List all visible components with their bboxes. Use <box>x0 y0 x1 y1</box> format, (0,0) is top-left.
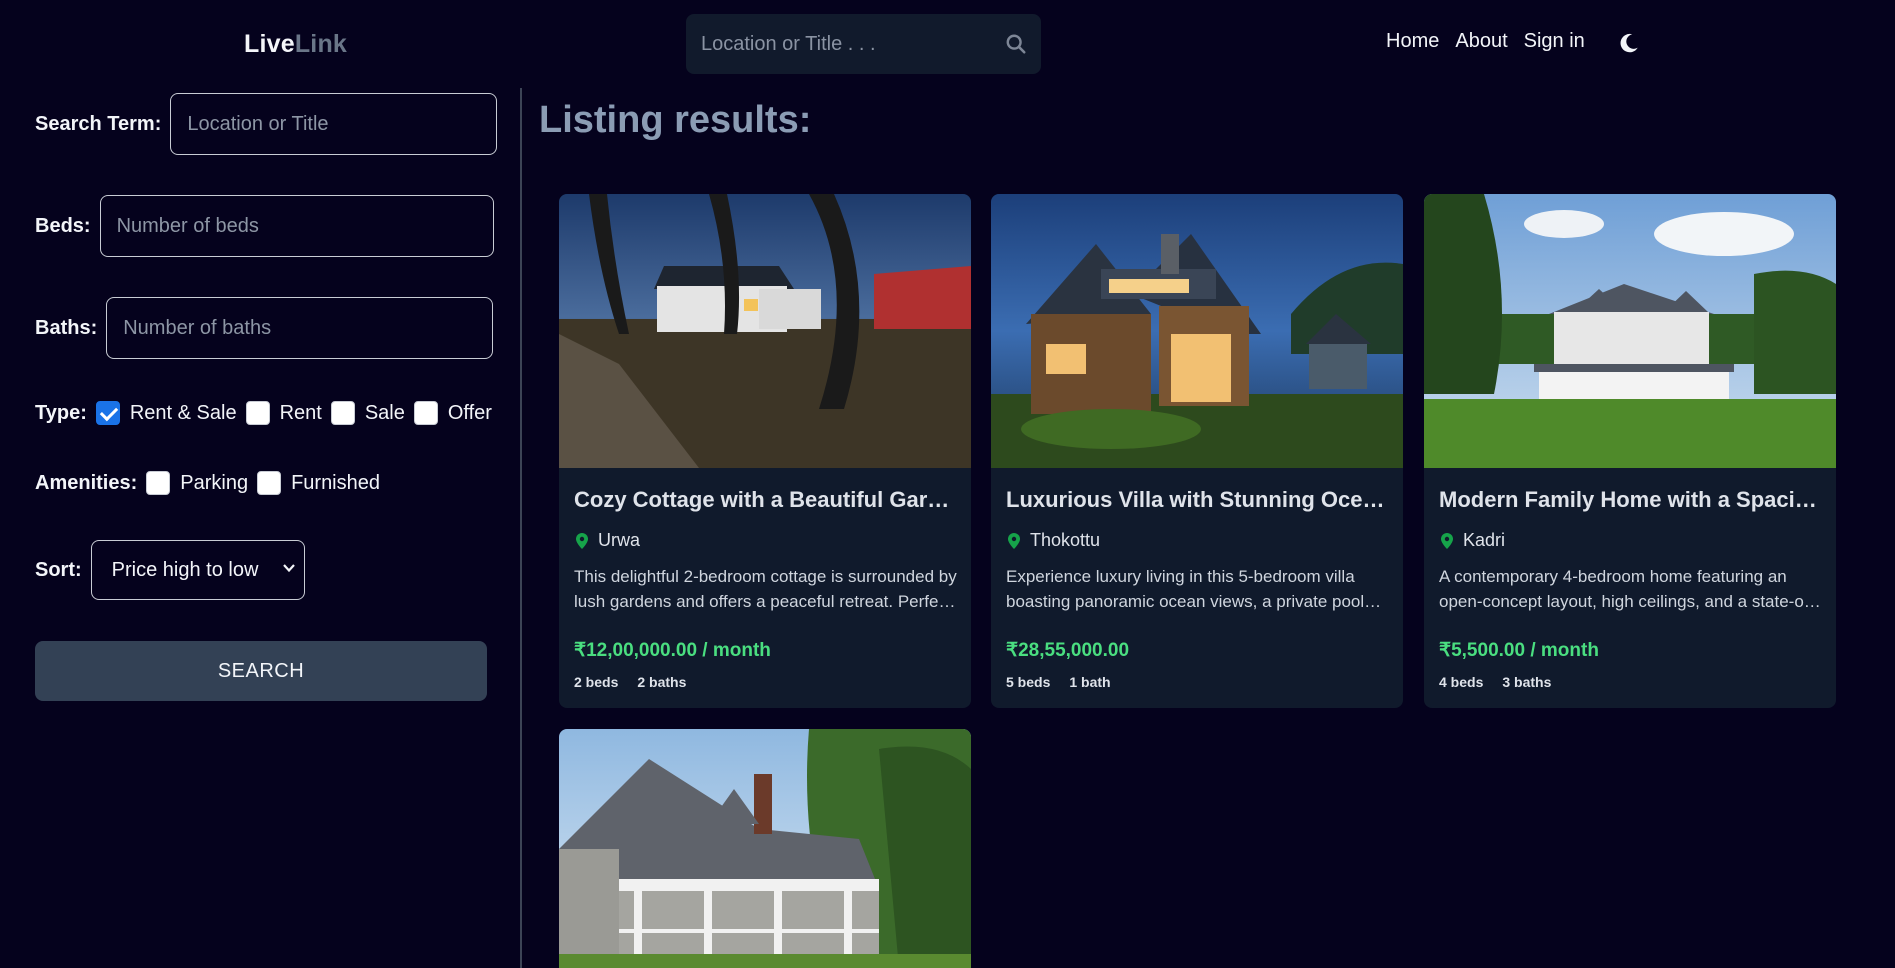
rent-sale-label: Rent & Sale <box>129 401 237 424</box>
listing-specs: 5 beds 1 bath <box>1006 674 1130 690</box>
search-term-label: Search Term: <box>35 112 162 135</box>
beds-input[interactable] <box>99 195 494 257</box>
listing-beds: 2 beds <box>574 674 619 690</box>
listing-price: ₹28,55,000.00 <box>1006 640 1130 661</box>
listing-card[interactable]: Modern Family Home with a Spacious Yard … <box>1424 194 1836 708</box>
listing-title[interactable]: Cozy Cottage with a Beautiful Garden <box>574 487 959 513</box>
nav-home[interactable]: Home <box>1386 30 1439 53</box>
beds-label: Beds: <box>35 214 91 237</box>
listing-beds: 5 beds <box>1006 674 1051 690</box>
page-title: Listing results: <box>539 99 812 141</box>
rent-sale-checkbox[interactable] <box>95 401 120 425</box>
header-search <box>686 14 1041 74</box>
listing-description: Experience luxury living in this 5-bedro… <box>1006 567 1365 611</box>
type-option-rent[interactable]: Rent <box>245 401 322 425</box>
type-option-rent-sale[interactable]: Rent & Sale <box>95 401 237 425</box>
beds-row: Beds: <box>35 195 494 257</box>
listing-image-family-home[interactable] <box>1424 194 1836 468</box>
type-label: Type: <box>35 401 87 424</box>
baths-input[interactable] <box>106 297 494 359</box>
amenity-parking[interactable]: Parking <box>146 471 248 495</box>
type-row: Type: Rent & Sale Rent Sale Offer <box>35 401 501 425</box>
logo[interactable]: LiveLink <box>244 30 347 59</box>
map-pin-icon <box>576 532 588 549</box>
listing-description: This delightful 2-bedroom cottage is sur… <box>574 567 957 611</box>
header-search-input[interactable] <box>686 14 986 74</box>
main-nav: Home About Sign in <box>1386 28 1640 54</box>
listing-price: ₹12,00,000.00 / month <box>574 640 771 661</box>
listing-specs: 2 beds 2 baths <box>574 674 705 690</box>
amenity-furnished[interactable]: Furnished <box>257 471 380 495</box>
nav-about[interactable]: About <box>1455 30 1507 53</box>
listing-specs: 4 beds 3 baths <box>1439 674 1570 690</box>
parking-label: Parking <box>180 471 249 494</box>
listing-image-villa[interactable] <box>991 194 1403 468</box>
map-pin-icon <box>1008 532 1020 549</box>
listing-title[interactable]: Modern Family Home with a Spacious Yard <box>1439 487 1824 513</box>
listing-baths: 1 bath <box>1069 674 1111 690</box>
listing-baths: 2 baths <box>637 674 687 690</box>
sale-label: Sale <box>364 401 405 424</box>
rent-label: Rent <box>279 401 322 424</box>
search-term-row: Search Term: <box>35 93 498 155</box>
logo-part2: Link <box>294 30 348 58</box>
type-option-offer[interactable]: Offer <box>413 401 492 425</box>
baths-label: Baths: <box>35 316 98 339</box>
listing-title[interactable]: Luxurious Villa with Stunning Ocean View… <box>1006 487 1391 513</box>
sort-label: Sort: <box>35 558 82 581</box>
sale-checkbox[interactable] <box>330 401 355 425</box>
listing-baths: 3 baths <box>1502 674 1552 690</box>
listing-location: Thokottu <box>1006 530 1100 551</box>
header: LiveLink Home About Sign in <box>0 0 1895 88</box>
search-button[interactable]: SEARCH <box>35 641 487 701</box>
offer-checkbox[interactable] <box>413 401 438 425</box>
listing-description: A contemporary 4-bedroom home featuring … <box>1439 567 1815 611</box>
listing-card[interactable]: Luxurious Villa with Stunning Ocean View… <box>991 194 1403 708</box>
listing-card[interactable]: Cozy Cottage with a Beautiful Garden Urw… <box>559 194 971 708</box>
moon-icon[interactable] <box>1618 32 1640 54</box>
sort-value: Price high to low <box>111 558 259 581</box>
listing-price: ₹5,500.00 / month <box>1439 640 1599 661</box>
nav-sign-in[interactable]: Sign in <box>1524 30 1585 53</box>
listing-image-house[interactable] <box>559 729 971 968</box>
furnished-checkbox[interactable] <box>257 471 282 495</box>
amenities-row: Amenities: Parking Furnished <box>35 471 389 495</box>
listing-location-text: Urwa <box>598 530 641 550</box>
listing-location: Kadri <box>1439 530 1505 551</box>
furnished-label: Furnished <box>291 471 380 494</box>
listing-beds: 4 beds <box>1439 674 1484 690</box>
listing-image-cottage[interactable] <box>559 194 971 468</box>
chevron-down-icon <box>282 564 295 573</box>
sort-select[interactable]: Price high to low <box>90 540 305 600</box>
sort-row: Sort: Price high to low <box>35 540 305 600</box>
amenities-label: Amenities: <box>35 471 138 494</box>
search-icon[interactable] <box>1005 33 1027 55</box>
parking-checkbox[interactable] <box>146 471 171 495</box>
listing-location-text: Kadri <box>1463 530 1506 550</box>
listing-card[interactable] <box>559 729 971 968</box>
listing-location-text: Thokottu <box>1030 530 1101 550</box>
type-option-sale[interactable]: Sale <box>330 401 405 425</box>
offer-label: Offer <box>447 401 492 424</box>
rent-checkbox[interactable] <box>245 401 270 425</box>
baths-row: Baths: <box>35 297 494 359</box>
map-pin-icon <box>1441 532 1453 549</box>
listing-location: Urwa <box>574 530 640 551</box>
search-term-input[interactable] <box>170 93 498 155</box>
filter-sidebar: Search Term: Beds: Baths: Type: Rent & S… <box>0 88 522 968</box>
logo-part1: Live <box>244 30 295 58</box>
